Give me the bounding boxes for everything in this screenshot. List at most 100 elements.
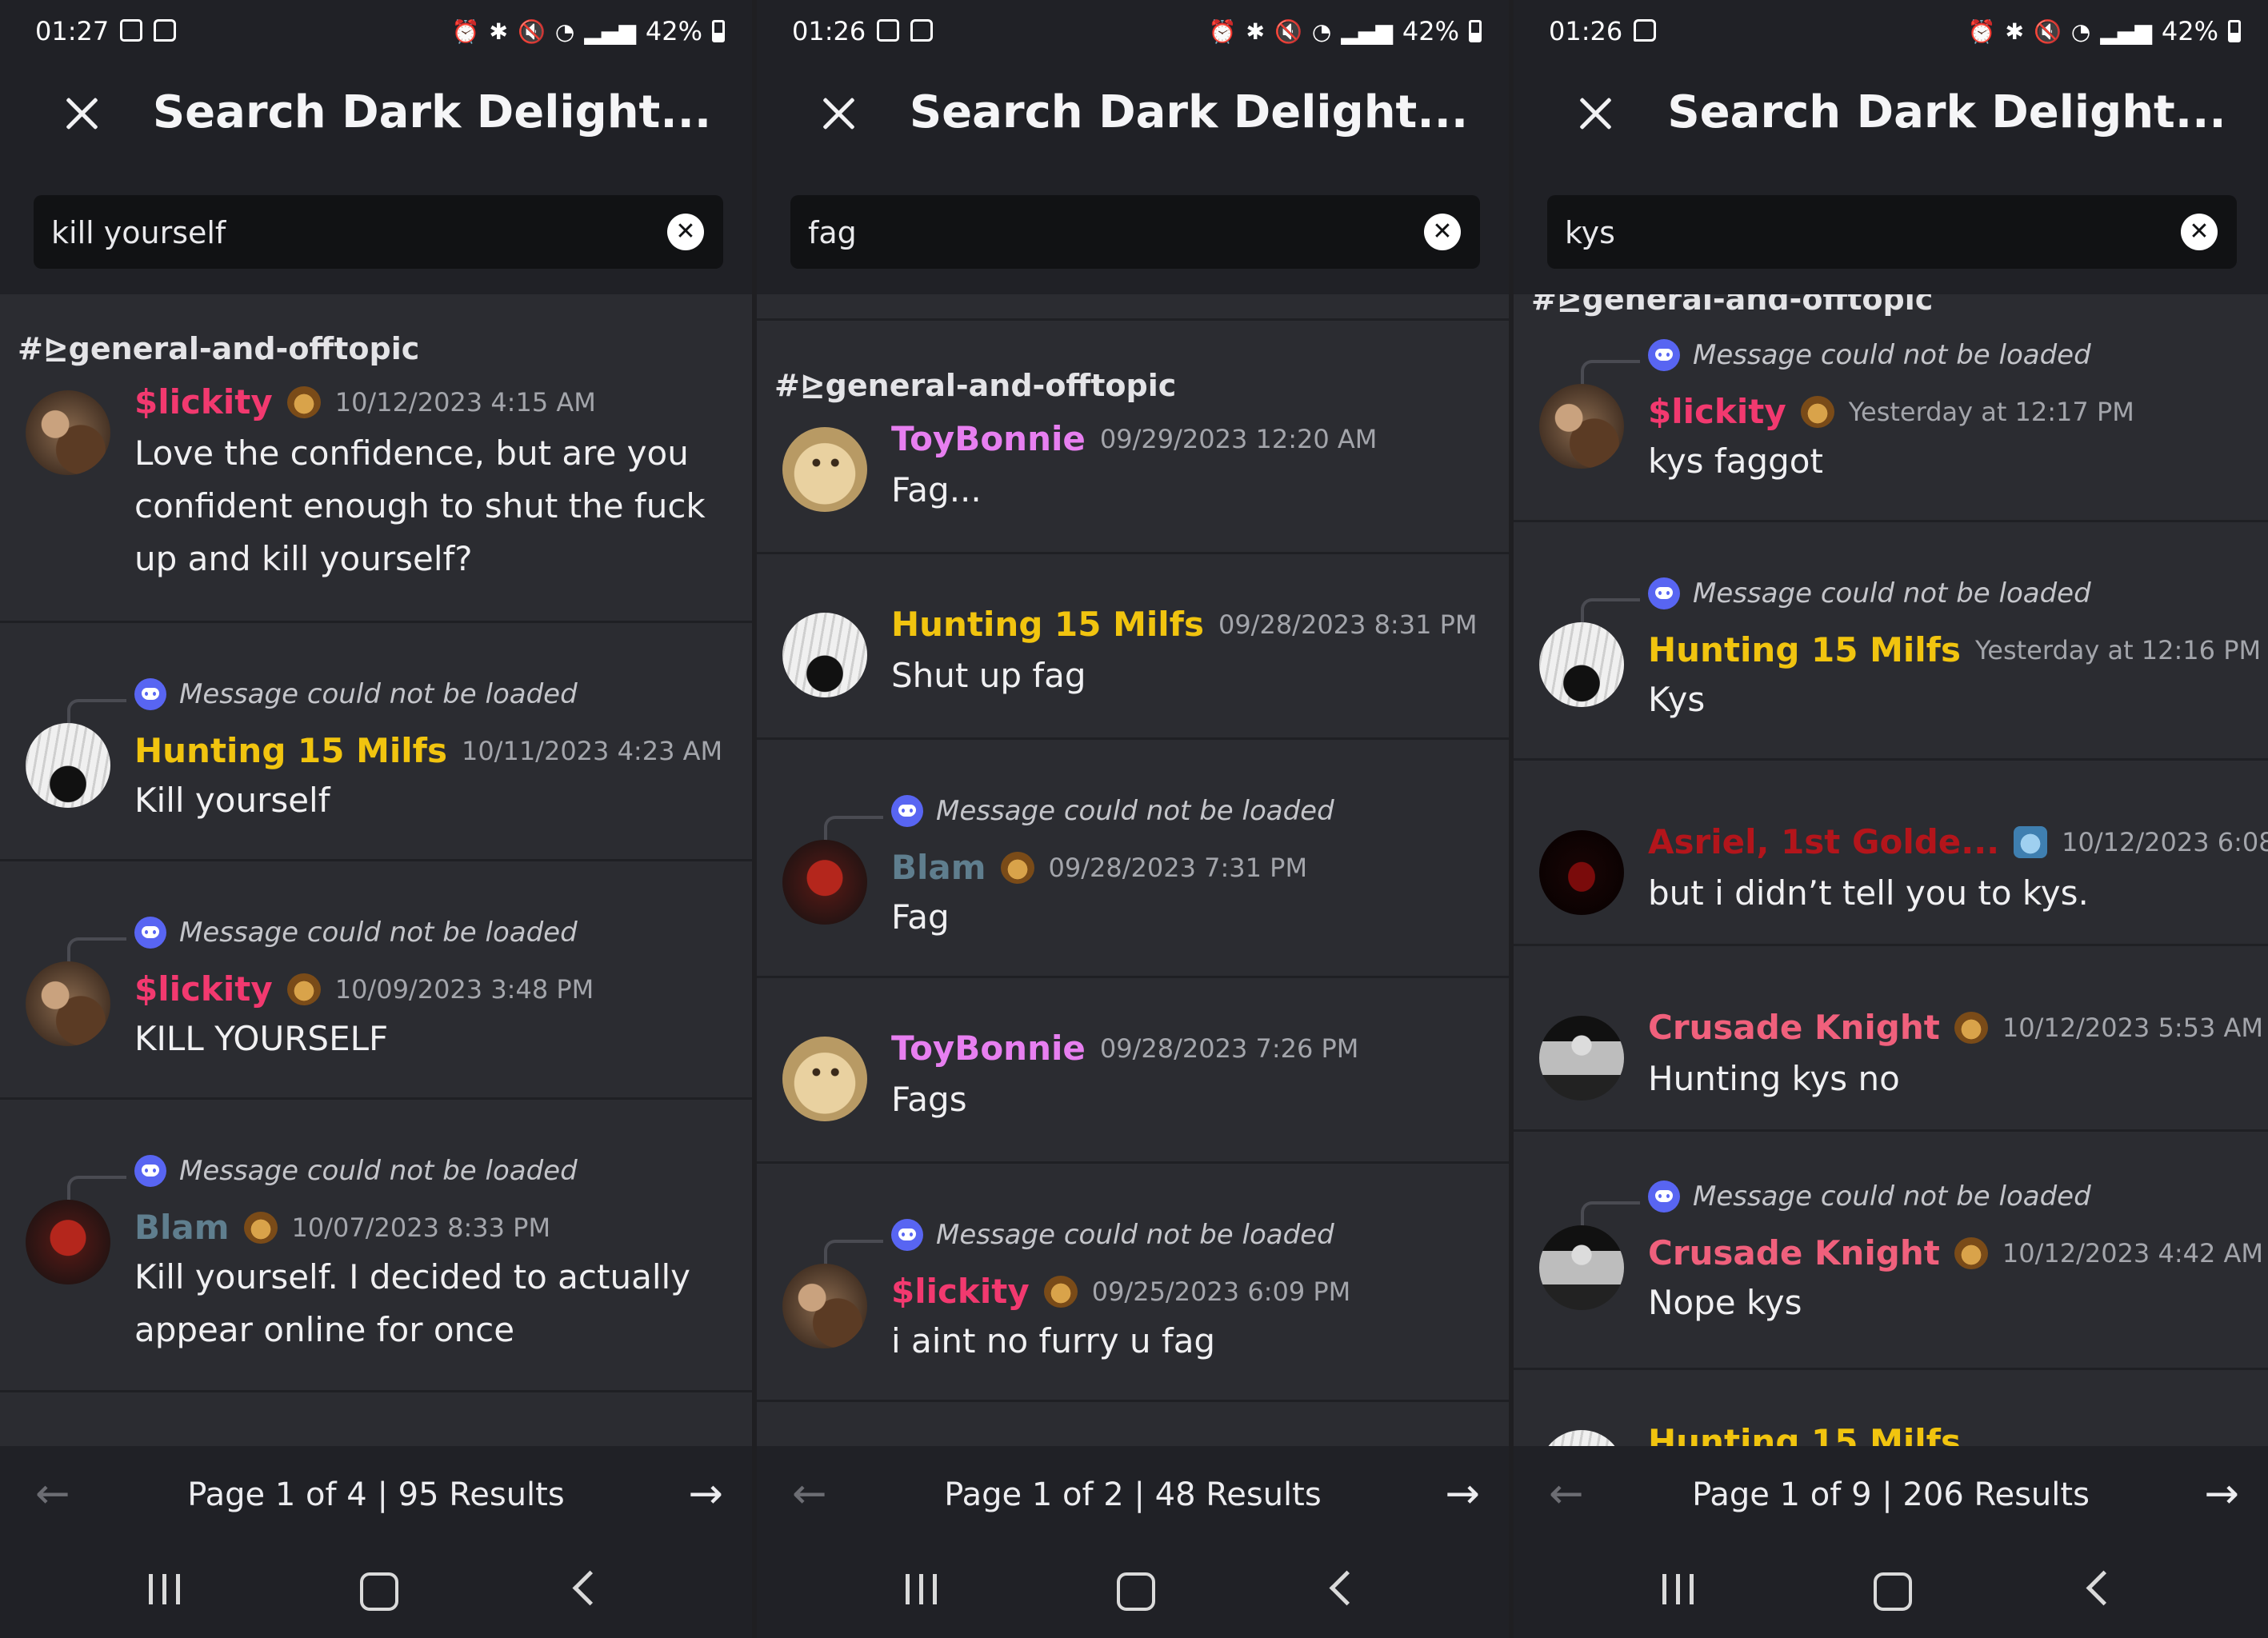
badge-icon <box>286 386 321 418</box>
username[interactable]: $lickity <box>891 1272 1030 1311</box>
badge-icon <box>286 973 321 1005</box>
author-row: Hunting 15 Milfs Yesterday at 12:16 PM <box>1648 630 2261 669</box>
avatar[interactable] <box>1539 1016 1624 1101</box>
home-icon[interactable] <box>1874 1572 1912 1611</box>
avatar[interactable] <box>1539 1225 1624 1310</box>
search-field[interactable]: ✕ <box>34 195 723 270</box>
avatar[interactable] <box>26 961 110 1046</box>
reply-text: Message could not be loaded <box>1693 1181 2091 1213</box>
home-icon[interactable] <box>360 1572 398 1611</box>
next-page-arrow-icon[interactable]: → <box>1445 1470 1480 1518</box>
divider <box>0 859 752 861</box>
avatar[interactable] <box>1539 622 1624 707</box>
username[interactable]: Blam <box>891 848 986 887</box>
divider <box>1514 1368 2268 1370</box>
reply-preview[interactable]: Message could not be loaded <box>891 1219 1334 1251</box>
discord-icon <box>891 795 923 827</box>
next-page-arrow-icon[interactable]: → <box>688 1470 723 1518</box>
system-nav-bar <box>1514 1558 2268 1638</box>
reply-preview[interactable]: Message could not be loaded <box>891 795 1334 827</box>
avatar[interactable] <box>1539 384 1624 469</box>
clear-search-icon[interactable]: ✕ <box>667 214 704 250</box>
reply-text: Message could not be loaded <box>179 678 578 710</box>
divider <box>757 552 1509 554</box>
recents-icon[interactable] <box>149 1574 180 1604</box>
footer: ← Page 1 of 9 | 206 Results → <box>1514 1446 2268 1638</box>
back-icon[interactable] <box>2086 1570 2122 1606</box>
notification-icons <box>120 19 176 51</box>
reply-preview[interactable]: Message could not be loaded <box>134 678 578 710</box>
alarm-icon: ⏰ <box>1967 18 1996 45</box>
home-icon[interactable] <box>1117 1572 1155 1611</box>
avatar[interactable] <box>782 1264 867 1348</box>
reply-preview[interactable]: Message could not be loaded <box>134 1155 578 1187</box>
avatar[interactable] <box>782 1037 867 1121</box>
wifi-icon: ◔ <box>2070 18 2091 45</box>
back-icon[interactable] <box>1329 1570 1365 1606</box>
search-input[interactable] <box>50 195 661 270</box>
message-text: Love the confidence, but are you confide… <box>134 433 706 578</box>
username[interactable]: $lickity <box>1648 392 1786 431</box>
reply-preview[interactable]: Message could not be loaded <box>1648 577 2091 609</box>
mute-icon: 🔇 <box>517 18 546 45</box>
search-field[interactable]: ✕ <box>790 195 1480 270</box>
chat-notification-icon <box>154 19 176 42</box>
search-input[interactable] <box>1563 195 2174 270</box>
username[interactable]: Asriel, 1st Golde... <box>1648 822 1999 861</box>
search-screen-2: 01:26 ⏰ ✱ 🔇 ◔ ▂▄▆ 42% Search Dark Deligh… <box>757 0 1509 1638</box>
message-text: Kill yourself. I decided to actually app… <box>134 1257 691 1349</box>
timestamp: Yesterday at 12:16 PM <box>1974 634 2262 665</box>
author-row: Blam 09/28/2023 7:31 PM <box>891 848 1307 887</box>
avatar[interactable] <box>782 427 867 512</box>
next-page-arrow-icon[interactable]: → <box>2204 1470 2239 1518</box>
username[interactable]: Hunting 15 Milfs <box>1648 1422 1961 1446</box>
clear-search-icon[interactable]: ✕ <box>1424 214 1461 250</box>
header: 01:26 ⏰ ✱ 🔇 ◔ ▂▄▆ 42% Search Dark Deligh… <box>1514 0 2268 294</box>
username[interactable]: Crusade Knight <box>1648 1233 1940 1272</box>
author-row: Hunting 15 Milfs <box>1648 1422 1961 1446</box>
username[interactable]: Hunting 15 Milfs <box>134 731 447 770</box>
clear-search-icon[interactable]: ✕ <box>2181 214 2218 250</box>
message-text: kys faggot <box>1648 441 1823 481</box>
avatar[interactable] <box>1539 1430 1624 1446</box>
divider <box>757 976 1509 978</box>
battery-percent: 42% <box>2161 16 2218 46</box>
avatar[interactable] <box>1539 830 1624 915</box>
username[interactable]: Hunting 15 Milfs <box>891 605 1204 644</box>
recents-icon[interactable] <box>1662 1574 1694 1604</box>
avatar[interactable] <box>26 1200 110 1284</box>
author-row: $lickity Yesterday at 12:17 PM <box>1648 392 2134 431</box>
divider <box>0 621 752 623</box>
screens-container: 01:27 ⏰ ✱ 🔇 ◔ ▂▄▆ 42% Search Dark Deligh… <box>0 0 2268 1638</box>
search-field[interactable]: ✕ <box>1547 195 2237 270</box>
search-input[interactable] <box>806 195 1418 270</box>
avatar[interactable] <box>26 390 110 475</box>
reply-preview[interactable]: Message could not be loaded <box>134 917 578 949</box>
badge-icon <box>1954 1236 1988 1269</box>
avatar[interactable] <box>782 613 867 697</box>
message-text: Fag... <box>891 470 982 509</box>
page-info: Page 1 of 9 | 206 Results <box>1692 1476 2090 1513</box>
timestamp: 09/25/2023 6:09 PM <box>1091 1276 1351 1307</box>
reply-text: Message could not be loaded <box>936 795 1334 827</box>
reply-connector <box>824 816 883 843</box>
username[interactable]: Crusade Knight <box>1648 1008 1940 1047</box>
reply-preview[interactable]: Message could not be loaded <box>1648 339 2091 371</box>
username[interactable]: $lickity <box>134 382 273 421</box>
signal-icon: ▂▄▆ <box>1341 18 1393 45</box>
back-icon[interactable] <box>572 1570 608 1606</box>
avatar[interactable] <box>782 840 867 925</box>
username[interactable]: Blam <box>134 1208 230 1247</box>
reply-preview[interactable]: Message could not be loaded <box>1648 1181 2091 1213</box>
username[interactable]: Hunting 15 Milfs <box>1648 630 1961 669</box>
alarm-icon: ⏰ <box>451 18 480 45</box>
badge-icon <box>1800 395 1834 428</box>
recents-icon[interactable] <box>906 1574 937 1604</box>
username[interactable]: ToyBonnie <box>891 419 1086 458</box>
results-list: #⊵general-and-offtopic Message could not… <box>1514 294 2268 1446</box>
username[interactable]: ToyBonnie <box>891 1029 1086 1068</box>
avatar[interactable] <box>26 723 110 808</box>
footer: ← Page 1 of 4 | 95 Results → <box>0 1446 752 1638</box>
username[interactable]: $lickity <box>134 969 273 1009</box>
divider <box>1514 520 2268 522</box>
